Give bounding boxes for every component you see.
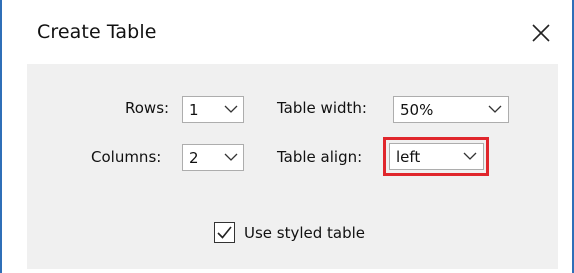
columns-select[interactable]: 2: [182, 144, 244, 171]
rows-select[interactable]: 1: [182, 96, 244, 123]
checkmark-icon: [217, 226, 232, 239]
close-icon: [532, 24, 550, 42]
chevron-down-icon: [488, 105, 502, 113]
columns-label: Columns:: [91, 148, 162, 166]
table-align-label: Table align:: [277, 148, 363, 166]
highlight-box: [383, 137, 489, 176]
dialog-title: Create Table: [37, 21, 157, 43]
table-width-label: Table width:: [277, 99, 367, 117]
table-width-value: 50%: [400, 101, 434, 119]
columns-value: 2: [189, 149, 199, 167]
title-bar: Create Table: [2, 0, 572, 64]
rows-label: Rows:: [125, 99, 170, 117]
rows-value: 1: [189, 101, 199, 119]
close-button[interactable]: [524, 16, 558, 50]
chevron-down-icon: [224, 153, 238, 161]
create-table-dialog: Create Table Rows: 1 Table width: 50% Co…: [0, 0, 574, 273]
styled-table-checkbox[interactable]: [214, 222, 235, 243]
table-width-select[interactable]: 50%: [393, 96, 509, 123]
chevron-down-icon: [224, 105, 238, 113]
styled-table-label[interactable]: Use styled table: [244, 223, 365, 243]
